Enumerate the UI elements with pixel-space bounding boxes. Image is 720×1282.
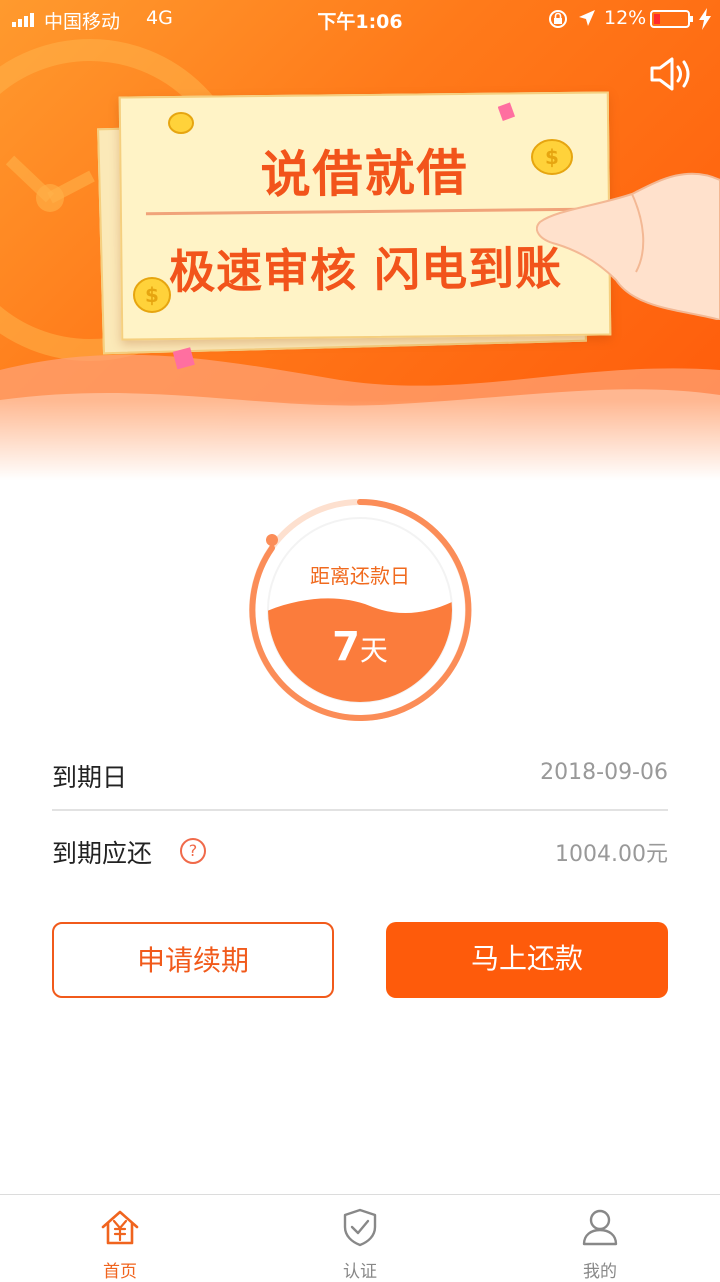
renew-button[interactable]: 申请续期	[52, 922, 334, 998]
rotation-lock-icon	[549, 10, 567, 28]
due-date-value: 2018-09-06	[540, 760, 668, 785]
banknote-icon	[498, 102, 516, 121]
repay-button[interactable]: 马上还款	[386, 922, 668, 998]
amount-due-label: 到期应还	[52, 839, 153, 868]
tab-verify[interactable]: 认证	[240, 1195, 480, 1282]
banner-divider	[145, 207, 584, 216]
countdown-days: 7	[332, 624, 360, 670]
tab-bar: 首页 认证 我的	[0, 1194, 720, 1282]
amount-due-row: 到期应还 ? 1004.00元	[52, 812, 668, 888]
tab-profile[interactable]: 我的	[480, 1195, 720, 1282]
tab-home-label: 首页	[103, 1262, 137, 1282]
countdown-ring-graphic	[249, 498, 472, 721]
hand-illustration	[536, 172, 720, 320]
countdown-unit: 天	[359, 634, 388, 667]
charging-bolt-icon	[699, 8, 711, 30]
help-icon[interactable]: ?	[180, 838, 206, 864]
countdown-ring: 距离还款日 7天	[240, 490, 480, 730]
due-date-row: 到期日 2018-09-06	[52, 736, 668, 812]
tab-home[interactable]: 首页	[0, 1195, 240, 1282]
battery-percent: 12%	[604, 7, 647, 29]
battery-icon	[650, 10, 693, 28]
user-icon	[582, 1209, 618, 1246]
banknote-icon	[172, 347, 195, 370]
home-yuan-icon	[101, 1210, 139, 1245]
status-bar: 中国移动 4G 下午1:06 12%	[0, 0, 720, 40]
svg-text:$: $	[145, 283, 159, 307]
promo-banner: 中国移动 4G 下午1:06 12% 说借就借 极速审核 闪电到账 $ $	[0, 0, 720, 480]
due-date-label: 到期日	[52, 763, 128, 792]
divider	[52, 809, 668, 811]
tab-profile-label: 我的	[583, 1262, 617, 1282]
location-arrow-icon	[579, 10, 595, 26]
speaker-icon[interactable]	[648, 54, 698, 94]
coin-icon: $	[133, 277, 171, 313]
countdown-label: 距离还款日	[310, 564, 410, 588]
tab-verify-label: 认证	[343, 1262, 377, 1282]
coin-icon	[168, 112, 194, 134]
shield-check-icon	[343, 1208, 377, 1247]
amount-due-value: 1004.00元	[555, 842, 668, 867]
countdown-value: 7天	[240, 624, 480, 670]
